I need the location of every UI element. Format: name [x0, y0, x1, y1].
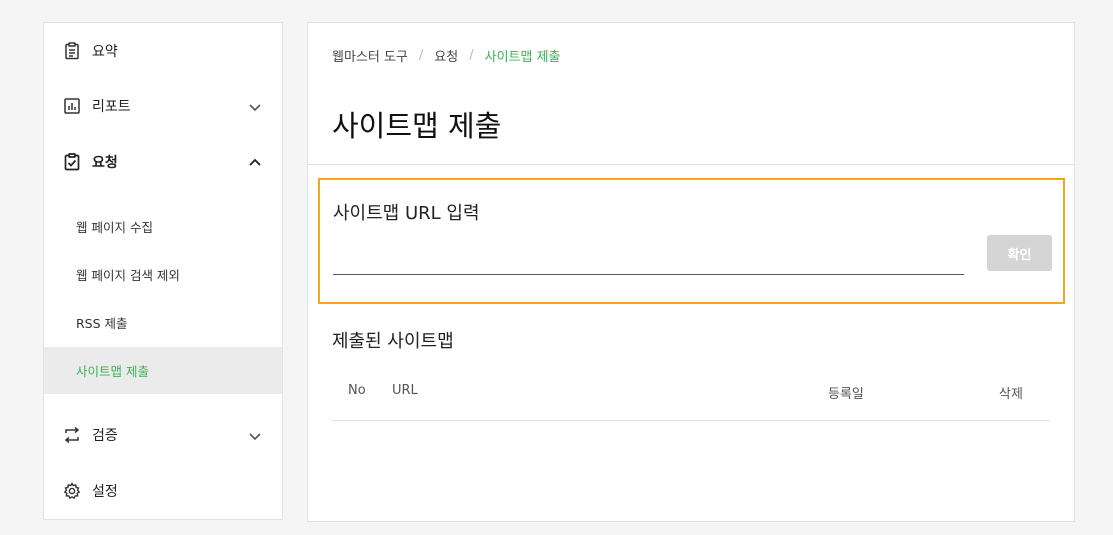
divider: [308, 164, 1074, 165]
sidebar-item-label: 요청: [92, 155, 118, 171]
breadcrumb-separator: /: [418, 48, 424, 63]
sidebar-item-summary[interactable]: 요약: [44, 31, 282, 71]
breadcrumb-item-webmaster-tools[interactable]: 웹마스터 도구: [332, 46, 408, 65]
sidebar-item-label: 요약: [92, 44, 118, 60]
sitemap-url-input[interactable]: [333, 250, 964, 275]
sidebar-item-report[interactable]: 리포트: [44, 86, 282, 126]
column-header-url: URL: [392, 383, 418, 398]
column-header-delete: 삭제: [999, 387, 1023, 402]
confirm-button[interactable]: 확인: [987, 235, 1052, 271]
column-header-no: No: [348, 383, 366, 398]
sidebar-item-label: 설정: [92, 484, 118, 500]
chevron-up-icon[interactable]: [248, 155, 262, 169]
chevron-down-icon[interactable]: [248, 428, 262, 442]
clipboard-icon: [62, 41, 82, 61]
sitemap-url-label: 사이트맵 URL 입력: [333, 203, 480, 224]
breadcrumb-separator: /: [469, 48, 474, 63]
sidebar-subitem-web-page-exclude[interactable]: 웹 페이지 검색 제외: [44, 251, 282, 298]
clipboard-check-icon: [62, 152, 82, 172]
gear-icon: [62, 481, 82, 501]
table-header: No URL 등록일 삭제: [332, 373, 1050, 421]
breadcrumb: 웹마스터 도구 / 요청 / 사이트맵 제출: [332, 46, 561, 65]
sidebar: 요약 리포트 요청 웹 페이지 수집 웹 페이지 검색 제외 RSS 제출 사이…: [43, 22, 283, 520]
sidebar-item-label: 검증: [92, 428, 118, 444]
column-header-registered-date: 등록일: [828, 387, 864, 402]
bar-chart-icon: [62, 96, 82, 116]
page-title: 사이트맵 제출: [332, 109, 502, 143]
breadcrumb-item-current: 사이트맵 제출: [484, 50, 561, 65]
sidebar-subitem-web-page-collect[interactable]: 웹 페이지 수집: [44, 203, 282, 250]
sidebar-item-verify[interactable]: 검증: [44, 415, 282, 455]
sitemap-submit-form: 사이트맵 URL 입력 확인: [318, 178, 1065, 304]
chevron-down-icon[interactable]: [248, 99, 262, 113]
sidebar-subitem-rss-submit[interactable]: RSS 제출: [44, 299, 282, 346]
sidebar-item-label: 리포트: [92, 99, 131, 115]
main-panel: 웹마스터 도구 / 요청 / 사이트맵 제출 사이트맵 제출 사이트맵 URL …: [307, 22, 1075, 522]
sidebar-item-request[interactable]: 요청: [44, 142, 282, 182]
swap-arrows-icon: [62, 425, 82, 445]
sidebar-item-settings[interactable]: 설정: [44, 471, 282, 511]
submitted-sitemaps-title: 제출된 사이트맵: [332, 331, 454, 352]
breadcrumb-item-request[interactable]: 요청: [434, 46, 458, 65]
sidebar-subitem-sitemap-submit[interactable]: 사이트맵 제출: [44, 347, 282, 394]
